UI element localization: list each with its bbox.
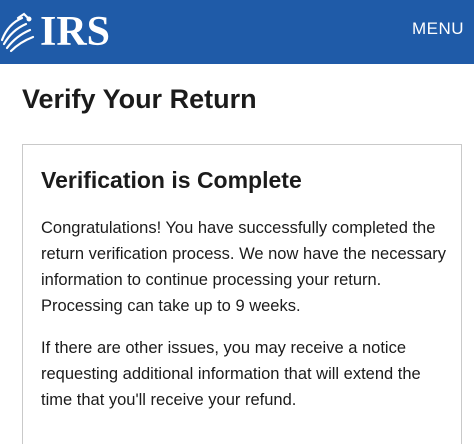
verification-card: Verification is Complete Congratulations… — [22, 144, 462, 444]
congratulations-paragraph: Congratulations! You have successfully c… — [41, 219, 447, 315]
notice-paragraph: If there are other issues, you may recei… — [41, 339, 421, 409]
site-header: IRS MENU — [0, 0, 474, 64]
page-title: Verify Your Return — [22, 84, 257, 114]
card-title: Verification is Complete — [41, 167, 302, 193]
irs-logo[interactable]: IRS — [0, 8, 110, 56]
menu-button[interactable]: MENU — [412, 19, 464, 39]
logo-text: IRS — [40, 9, 111, 55]
eagle-emblem-icon — [0, 12, 35, 53]
